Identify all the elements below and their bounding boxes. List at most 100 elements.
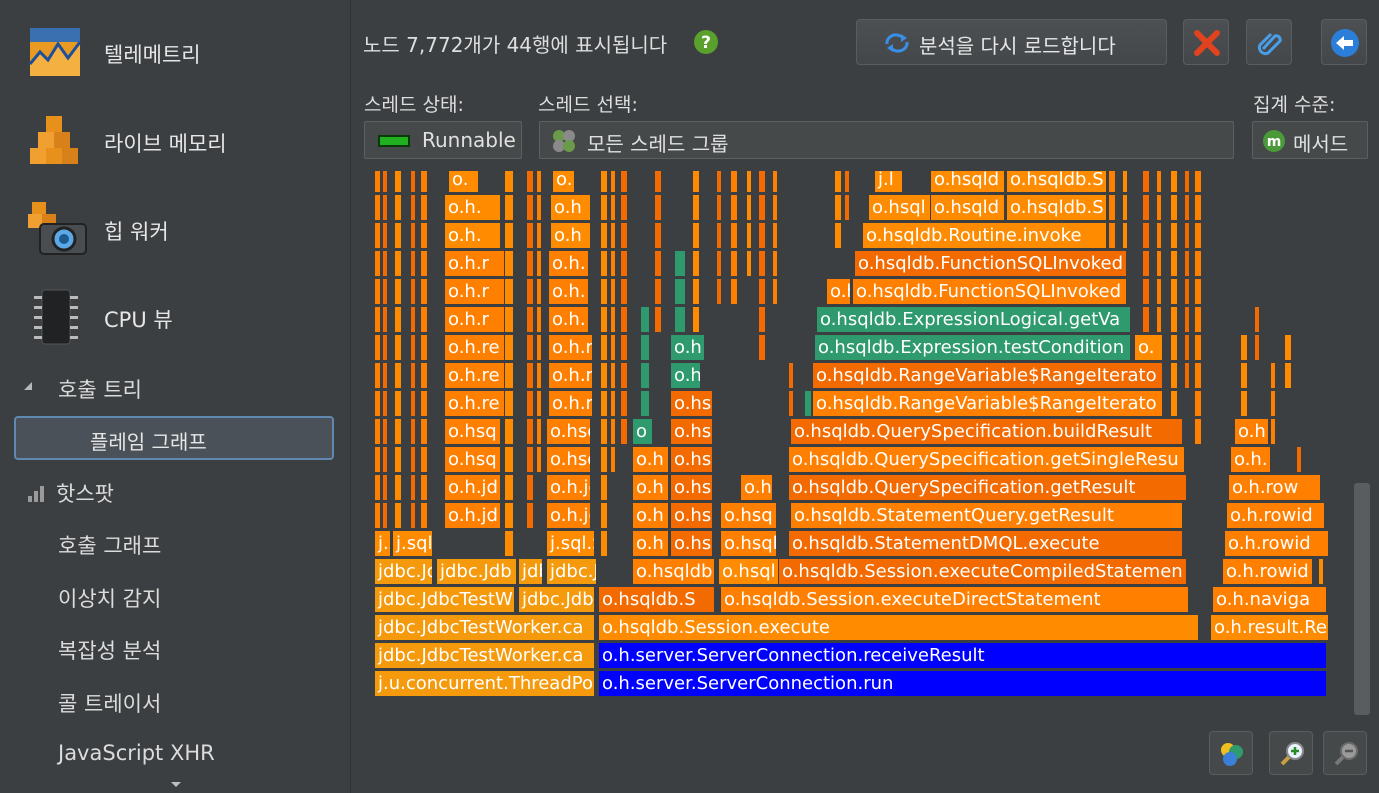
flame-frame[interactable]: jdbc.J — [547, 559, 597, 584]
flame-frame[interactable]: o.h.r — [445, 279, 505, 304]
sidebar-item-call-tree[interactable]: 호출 트리 — [0, 368, 350, 404]
flame-frame[interactable]: o.hsqldb.RangeVariable$RangeIterato — [813, 391, 1163, 416]
thread-select-combo[interactable]: 모든 스레드 그룹 — [539, 121, 1234, 159]
flame-frame[interactable]: o.hsqldb.S — [599, 587, 715, 612]
flame-frame[interactable]: o. — [553, 171, 575, 192]
sidebar-item-hotspots[interactable]: 핫스팟 — [0, 472, 350, 508]
flame-frame[interactable]: o.hs — [671, 391, 713, 416]
flame-frame[interactable]: o.h — [551, 195, 591, 220]
flame-frame[interactable]: o.hsql — [869, 195, 931, 220]
sidebar-item-heap-walker[interactable]: 힙 워커 — [0, 188, 350, 268]
flame-frame[interactable]: o.h.server.ServerConnection.run — [599, 671, 1327, 696]
flame-frame[interactable]: j.s — [375, 531, 391, 556]
flame-frame[interactable]: o.h.r — [445, 251, 505, 276]
flame-frame[interactable]: o.hsqldb.FunctionSQLInvoked — [855, 251, 1127, 276]
flame-frame[interactable]: o.h — [551, 223, 591, 248]
flame-frame[interactable]: o.hsq — [445, 447, 501, 472]
flame-frame[interactable]: o.h.r — [549, 391, 593, 416]
flame-frame[interactable]: o.h — [671, 335, 705, 360]
flame-frame[interactable]: o.h — [633, 503, 669, 528]
flame-frame[interactable]: o.hsqldb.QuerySpecification.buildResult — [791, 419, 1183, 444]
flame-frame[interactable]: o.h.naviga — [1213, 587, 1327, 612]
flame-frame[interactable]: o.hsqldb.Routine.invoke — [863, 223, 1107, 248]
flame-frame[interactable]: jdbc.Jdb — [437, 559, 517, 584]
flame-frame[interactable]: o.h.jd — [445, 503, 501, 528]
flame-frame[interactable]: jdbc.JdbcTestWorker.ca — [375, 643, 595, 668]
flame-frame[interactable]: o.hsqldb.StatementQuery.getResult — [791, 503, 1183, 528]
flame-frame[interactable]: jdbc.Jdb — [519, 587, 595, 612]
flame-frame[interactable]: o.h. — [445, 223, 501, 248]
flame-frame[interactable]: o.h — [633, 447, 669, 472]
flame-frame[interactable]: o.h.rowid — [1225, 531, 1329, 556]
sidebar-item-call-graph[interactable]: 호출 그래프 — [58, 530, 161, 560]
sidebar-item-cpu-view[interactable]: CPU 뷰 — [0, 276, 350, 356]
flame-frame[interactable]: o.h. — [1231, 447, 1271, 472]
flame-frame[interactable]: o.hsqldb.FunctionSQLInvoked — [853, 279, 1127, 304]
flame-frame[interactable]: o.h. — [549, 279, 589, 304]
flame-frame[interactable]: o.h — [827, 279, 851, 304]
flame-graph-canvas[interactable]: j.u.concurrent.ThreadPo o.h.server.Server… — [375, 171, 1355, 701]
flame-frame[interactable]: o.hsqldb.QuerySpecification.getSingleRes… — [789, 447, 1185, 472]
flame-frame[interactable]: o.h.jd — [445, 475, 501, 500]
sidebar-item-outlier-detection[interactable]: 이상치 감지 — [58, 583, 161, 613]
flame-frame[interactable]: o.hsqldb — [633, 559, 715, 584]
flame-frame[interactable]: o.h.re — [445, 335, 505, 360]
aggregation-level-select[interactable]: m 메서드 — [1252, 121, 1368, 159]
flame-frame[interactable]: o.hsq — [445, 419, 501, 444]
flame-frame[interactable]: o.hsqld — [931, 195, 1005, 220]
flame-frame[interactable]: o.hsqldb.ExpressionLogical.getVa — [817, 307, 1131, 332]
flame-frame[interactable]: o.hsq — [721, 503, 777, 528]
sidebar-item-flame-graph[interactable]: 플레임 그래프 — [14, 416, 334, 460]
vertical-scrollbar-thumb[interactable] — [1354, 483, 1370, 715]
flame-frame[interactable]: o.h.jd — [547, 475, 591, 500]
flame-frame[interactable]: o.hsql — [719, 559, 779, 584]
flame-frame[interactable]: o.h.r — [549, 363, 593, 388]
flame-frame[interactable]: j.sql.S — [393, 531, 433, 556]
flame-frame[interactable]: o.h.server.ServerConnection.receiveResul… — [599, 643, 1327, 668]
sidebar-item-call-tracer[interactable]: 콜 트레이서 — [58, 688, 161, 718]
flame-frame[interactable]: o.h.re — [445, 363, 505, 388]
flame-frame[interactable]: o.hsqldb.S — [1007, 171, 1107, 192]
zoom-in-button[interactable] — [1269, 731, 1313, 775]
flame-frame[interactable]: jdbc.JdbcTestW — [375, 587, 515, 612]
flame-frame[interactable]: o.h — [633, 475, 669, 500]
flame-frame[interactable]: o.h.re — [445, 391, 505, 416]
flame-frame[interactable]: o. — [449, 171, 479, 192]
flame-frame[interactable]: j.l — [875, 171, 903, 192]
flame-frame[interactable]: o.hsqldb.RangeVariable$RangeIterato — [813, 363, 1163, 388]
flame-frame[interactable]: o.hsqldb.Session.executeDirectStatement — [721, 587, 1189, 612]
close-button[interactable] — [1183, 19, 1229, 65]
flame-frame[interactable]: o.hsqldb.Expression.testCondition — [815, 335, 1131, 360]
flame-frame[interactable]: o.h — [671, 363, 701, 388]
flame-frame[interactable]: o.h.result.Re — [1211, 615, 1329, 640]
sidebar-item-live-memory[interactable]: 라이브 메모리 — [0, 100, 350, 180]
flame-frame[interactable]: o.hs — [671, 531, 713, 556]
sidebar-item-telemetry[interactable]: 텔레메트리 — [0, 12, 350, 92]
flame-frame[interactable]: o.h — [1235, 419, 1269, 444]
thread-state-select[interactable]: Runnable — [364, 121, 522, 159]
flame-frame[interactable]: o.hsql — [721, 531, 777, 556]
zoom-out-button[interactable] — [1323, 731, 1367, 775]
flame-frame[interactable]: o.hs — [671, 503, 713, 528]
flame-frame[interactable]: o.h.r — [549, 335, 593, 360]
flame-frame[interactable]: jdbc.Jd — [375, 559, 433, 584]
flame-frame[interactable]: o.hsqldb.Session.execute — [599, 615, 1199, 640]
flame-frame[interactable]: o.h — [741, 475, 773, 500]
flame-frame[interactable]: o.hsq — [547, 447, 591, 472]
chevron-down-icon[interactable] — [170, 781, 182, 789]
help-icon[interactable]: ? — [693, 29, 719, 55]
attach-button[interactable] — [1246, 19, 1292, 65]
back-button[interactable] — [1321, 19, 1367, 65]
flame-frame[interactable]: o.h.row — [1229, 475, 1321, 500]
color-legend-button[interactable] — [1209, 731, 1253, 775]
flame-frame[interactable]: o. — [1135, 335, 1163, 360]
flame-frame[interactable]: o.h.rowid — [1223, 559, 1313, 584]
flame-frame[interactable]: o.hsq — [547, 419, 591, 444]
sidebar-item-javascript-xhr[interactable]: JavaScript XHR — [58, 741, 215, 765]
flame-frame[interactable]: o.hsqldb.StatementDMQL.execute — [789, 531, 1183, 556]
flame-frame[interactable]: j.u.concurrent.ThreadPo — [375, 671, 595, 696]
flame-frame[interactable]: o.h.rowid — [1227, 503, 1325, 528]
flame-frame[interactable]: o.h.r — [445, 307, 505, 332]
flame-frame[interactable]: o.h. — [445, 195, 501, 220]
flame-frame[interactable]: o.hs — [671, 475, 713, 500]
